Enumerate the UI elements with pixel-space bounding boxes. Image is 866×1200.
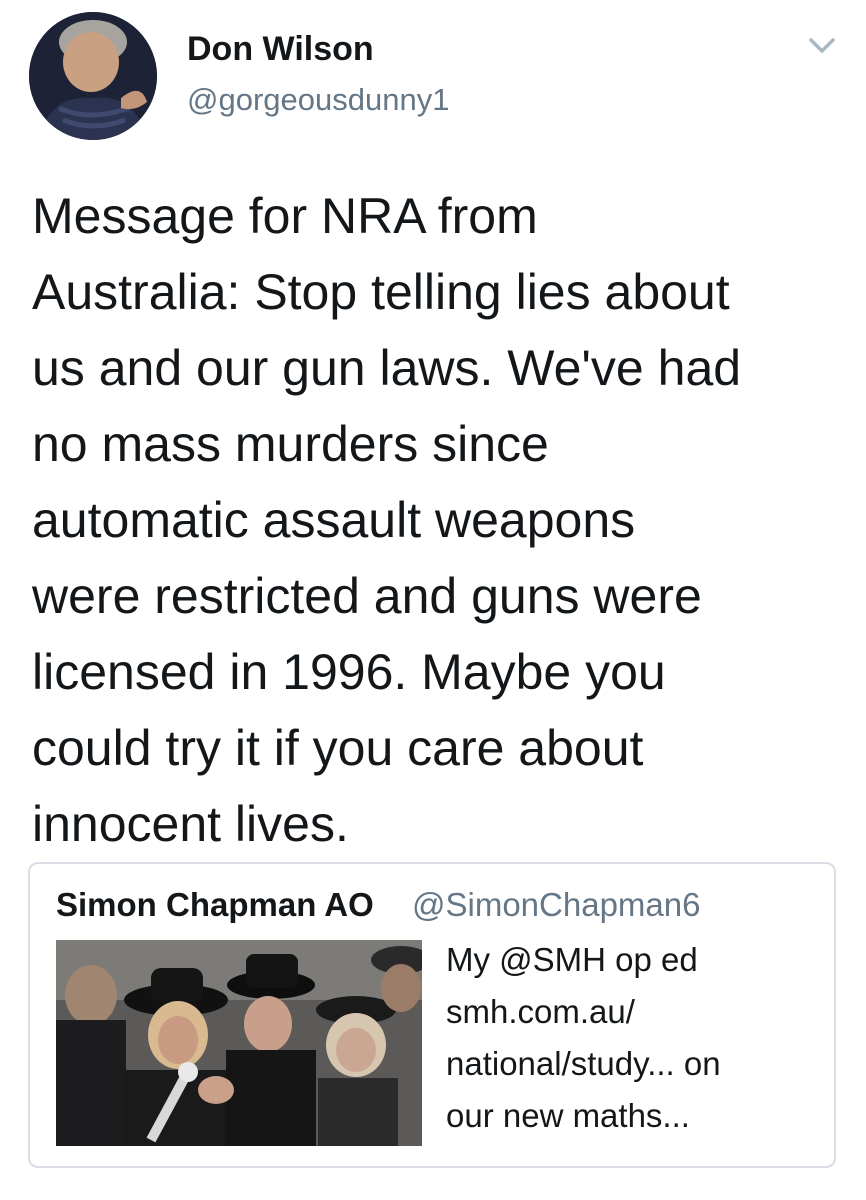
author-handle[interactable]: @gorgeousdunny1 <box>187 82 449 118</box>
quoted-handle: @SimonChapman6 <box>412 886 701 923</box>
profile-photo-icon <box>29 12 157 140</box>
tweet-text: Message for NRA from Australia: Stop tel… <box>32 188 742 852</box>
author-display-name[interactable]: Don Wilson <box>187 30 374 69</box>
chevron-down-icon[interactable] <box>805 30 839 60</box>
quoted-tweet[interactable]: Simon Chapman AO @SimonChapman6 My @SMH … <box>28 862 836 1168</box>
quoted-media-image[interactable] <box>56 940 422 1146</box>
author-avatar[interactable] <box>29 12 157 140</box>
quoted-tweet-text: My @SMH op ed smh.com.au/ national/study… <box>446 941 721 1134</box>
quoted-display-name: Simon Chapman AO <box>56 886 374 923</box>
funeral-mourners-photo-icon <box>56 940 422 1146</box>
